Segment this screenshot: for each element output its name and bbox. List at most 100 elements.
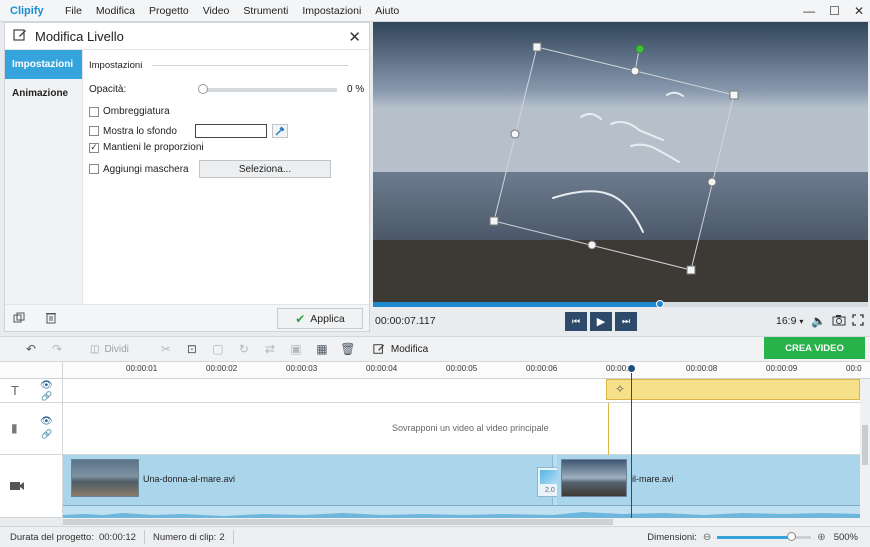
text-icon: T xyxy=(11,383,19,398)
text-track[interactable]: ✧ xyxy=(63,379,860,403)
background-checkbox[interactable] xyxy=(89,126,99,136)
duration-value: 00:00:12 xyxy=(98,531,136,543)
menu-strumenti[interactable]: Strumenti xyxy=(236,5,295,17)
camera-icon[interactable] xyxy=(832,314,846,329)
rotate-icon[interactable]: ↻ xyxy=(231,339,257,359)
tab-animazione[interactable]: Animazione xyxy=(5,79,82,108)
duration-label: Durata del progetto: xyxy=(10,531,94,543)
clip-thumbnail xyxy=(71,459,139,497)
pebble-beach xyxy=(373,240,868,302)
tick-label: 00:00:03 xyxy=(286,364,318,373)
minimize-icon[interactable]: — xyxy=(803,4,815,18)
eye-icon[interactable]: 👁 xyxy=(40,416,53,427)
vertical-scrollbar-thumb[interactable] xyxy=(862,425,868,465)
next-frame-button[interactable]: ⏭ xyxy=(615,311,637,331)
volume-icon[interactable]: 🔈 xyxy=(811,314,826,328)
menu-progetto[interactable]: Progetto xyxy=(142,5,196,17)
close-icon[interactable]: ✕ xyxy=(348,28,361,46)
proportions-checkbox[interactable]: ✓ xyxy=(89,142,99,153)
trash-icon[interactable] xyxy=(45,311,57,327)
zoom-out-icon[interactable]: ⊖ xyxy=(703,532,711,543)
select-mask-button[interactable]: Seleziona... xyxy=(199,160,331,178)
menu-file[interactable]: File xyxy=(58,5,89,17)
shadow-checkbox[interactable] xyxy=(89,106,99,117)
opacity-slider-knob[interactable] xyxy=(198,83,208,94)
video-track[interactable]: Una-donna-al-mare.avi 2.0 il-mare.avi xyxy=(63,455,860,518)
playhead-knob[interactable] xyxy=(627,364,636,373)
edit-layer-icon xyxy=(373,344,385,354)
flip-icon[interactable]: ⇄ xyxy=(257,339,283,359)
split-button[interactable]: ◫ Dividi xyxy=(90,344,129,355)
timeline-scrollbar[interactable] xyxy=(63,518,870,526)
eye-icon[interactable]: 👁 xyxy=(40,380,53,391)
timeline-ruler[interactable]: 00:00:01 00:00:02 00:00:03 00:00:04 00:0… xyxy=(63,362,870,379)
duplicate-icon[interactable] xyxy=(13,312,25,327)
insert-icon[interactable]: ▦ xyxy=(309,339,335,359)
check-icon: ✔ xyxy=(295,311,306,326)
prev-frame-button[interactable]: ⏮ xyxy=(565,311,587,331)
edit-button[interactable]: Modifica xyxy=(373,343,428,355)
opacity-slider[interactable] xyxy=(198,83,337,94)
undo-icon[interactable]: ↶ xyxy=(18,339,44,359)
zoom-in-icon[interactable]: ⊕ xyxy=(817,532,825,543)
shadow-label: Ombreggiatura xyxy=(103,106,170,117)
menu-aiuto[interactable]: Aiuto xyxy=(368,5,406,17)
tick-label: 00:00:09 xyxy=(766,364,798,373)
video-preview[interactable] xyxy=(373,22,868,302)
play-button[interactable]: ▶ xyxy=(590,311,612,331)
scrollbar-thumb[interactable] xyxy=(63,519,613,525)
menu-impostazioni[interactable]: Impostazioni xyxy=(295,5,368,17)
film-icon: ▮ xyxy=(11,421,18,435)
background-label: Mostra lo sfondo xyxy=(103,125,177,137)
player-controls: 00:00:07.117 ⏮ ▶ ⏭ 16:9 ▾ 🔈 xyxy=(373,307,868,335)
vertical-scrollbar[interactable] xyxy=(860,379,870,518)
clip-count-value: 2 xyxy=(219,531,225,543)
preview-frame xyxy=(373,22,868,302)
overlay-hint: Sovrapponi un video al video principale xyxy=(392,423,549,433)
proportions-label: Mantieni le proporzioni xyxy=(103,142,204,153)
background-color-field[interactable] xyxy=(195,124,267,138)
scissors-icon[interactable]: ✂ xyxy=(153,339,179,359)
delete-icon[interactable]: 🗑 xyxy=(335,339,361,359)
audio-waveform xyxy=(63,505,860,518)
link-icon[interactable]: 🔗 xyxy=(41,429,52,440)
maximize-icon[interactable]: ☐ xyxy=(829,4,840,18)
rotate-handle[interactable] xyxy=(635,44,645,54)
zoom-slider-knob[interactable] xyxy=(786,531,796,541)
close-window-icon[interactable]: ✕ xyxy=(854,4,864,18)
crop-icon[interactable]: ⊡ xyxy=(179,339,205,359)
apply-button[interactable]: ✔ Applica xyxy=(277,308,363,329)
zoom-slider[interactable] xyxy=(717,531,812,541)
video-track-header xyxy=(0,455,63,518)
redo-icon[interactable]: ↷ xyxy=(44,339,70,359)
stabilize-icon[interactable]: ▣ xyxy=(283,339,309,359)
edit-toolbar: ↶ ↷ ◫ Dividi ✂ ⊡ ▢ ↻ ⇄ ▣ ▦ 🗑 Modifica CR… xyxy=(0,336,870,362)
timecode: 00:00:07.117 xyxy=(375,315,436,327)
section-divider xyxy=(152,65,349,66)
video-clip-2[interactable]: il-mare.avi xyxy=(557,455,860,505)
edit-icon xyxy=(13,28,27,45)
overlay-track[interactable]: Sovrapponi un video al video principale xyxy=(63,403,860,455)
video-clip-1[interactable]: Una-donna-al-mare.avi xyxy=(63,455,553,505)
panel-tabs: Impostazioni Animazione xyxy=(5,50,83,306)
tick-label: 00:00:02 xyxy=(206,364,238,373)
menu-video[interactable]: Video xyxy=(196,5,237,17)
link-icon[interactable]: 🔗 xyxy=(41,391,52,402)
text-clip[interactable]: ✧ xyxy=(606,379,860,400)
mask-checkbox[interactable] xyxy=(89,164,99,174)
opacity-value: 0 % xyxy=(347,84,365,95)
waveform-graphic xyxy=(63,512,860,518)
aspect-ratio-select[interactable]: 16:9 ▾ xyxy=(776,315,803,327)
status-divider xyxy=(143,530,145,544)
eyedropper-button[interactable] xyxy=(272,124,288,138)
playhead[interactable] xyxy=(627,364,636,518)
menu-modifica[interactable]: Modifica xyxy=(89,5,142,17)
menu-bar: Clipify File Modifica Progetto Video Str… xyxy=(0,0,870,22)
create-video-button[interactable]: CREA VIDEO xyxy=(764,337,865,359)
tab-impostazioni[interactable]: Impostazioni xyxy=(5,50,82,79)
tick-label: 00:00:05 xyxy=(446,364,478,373)
ruler-corner xyxy=(0,362,63,379)
frame-icon[interactable]: ▢ xyxy=(205,339,231,359)
app-logo: Clipify xyxy=(10,4,44,17)
fullscreen-icon[interactable] xyxy=(852,313,864,329)
